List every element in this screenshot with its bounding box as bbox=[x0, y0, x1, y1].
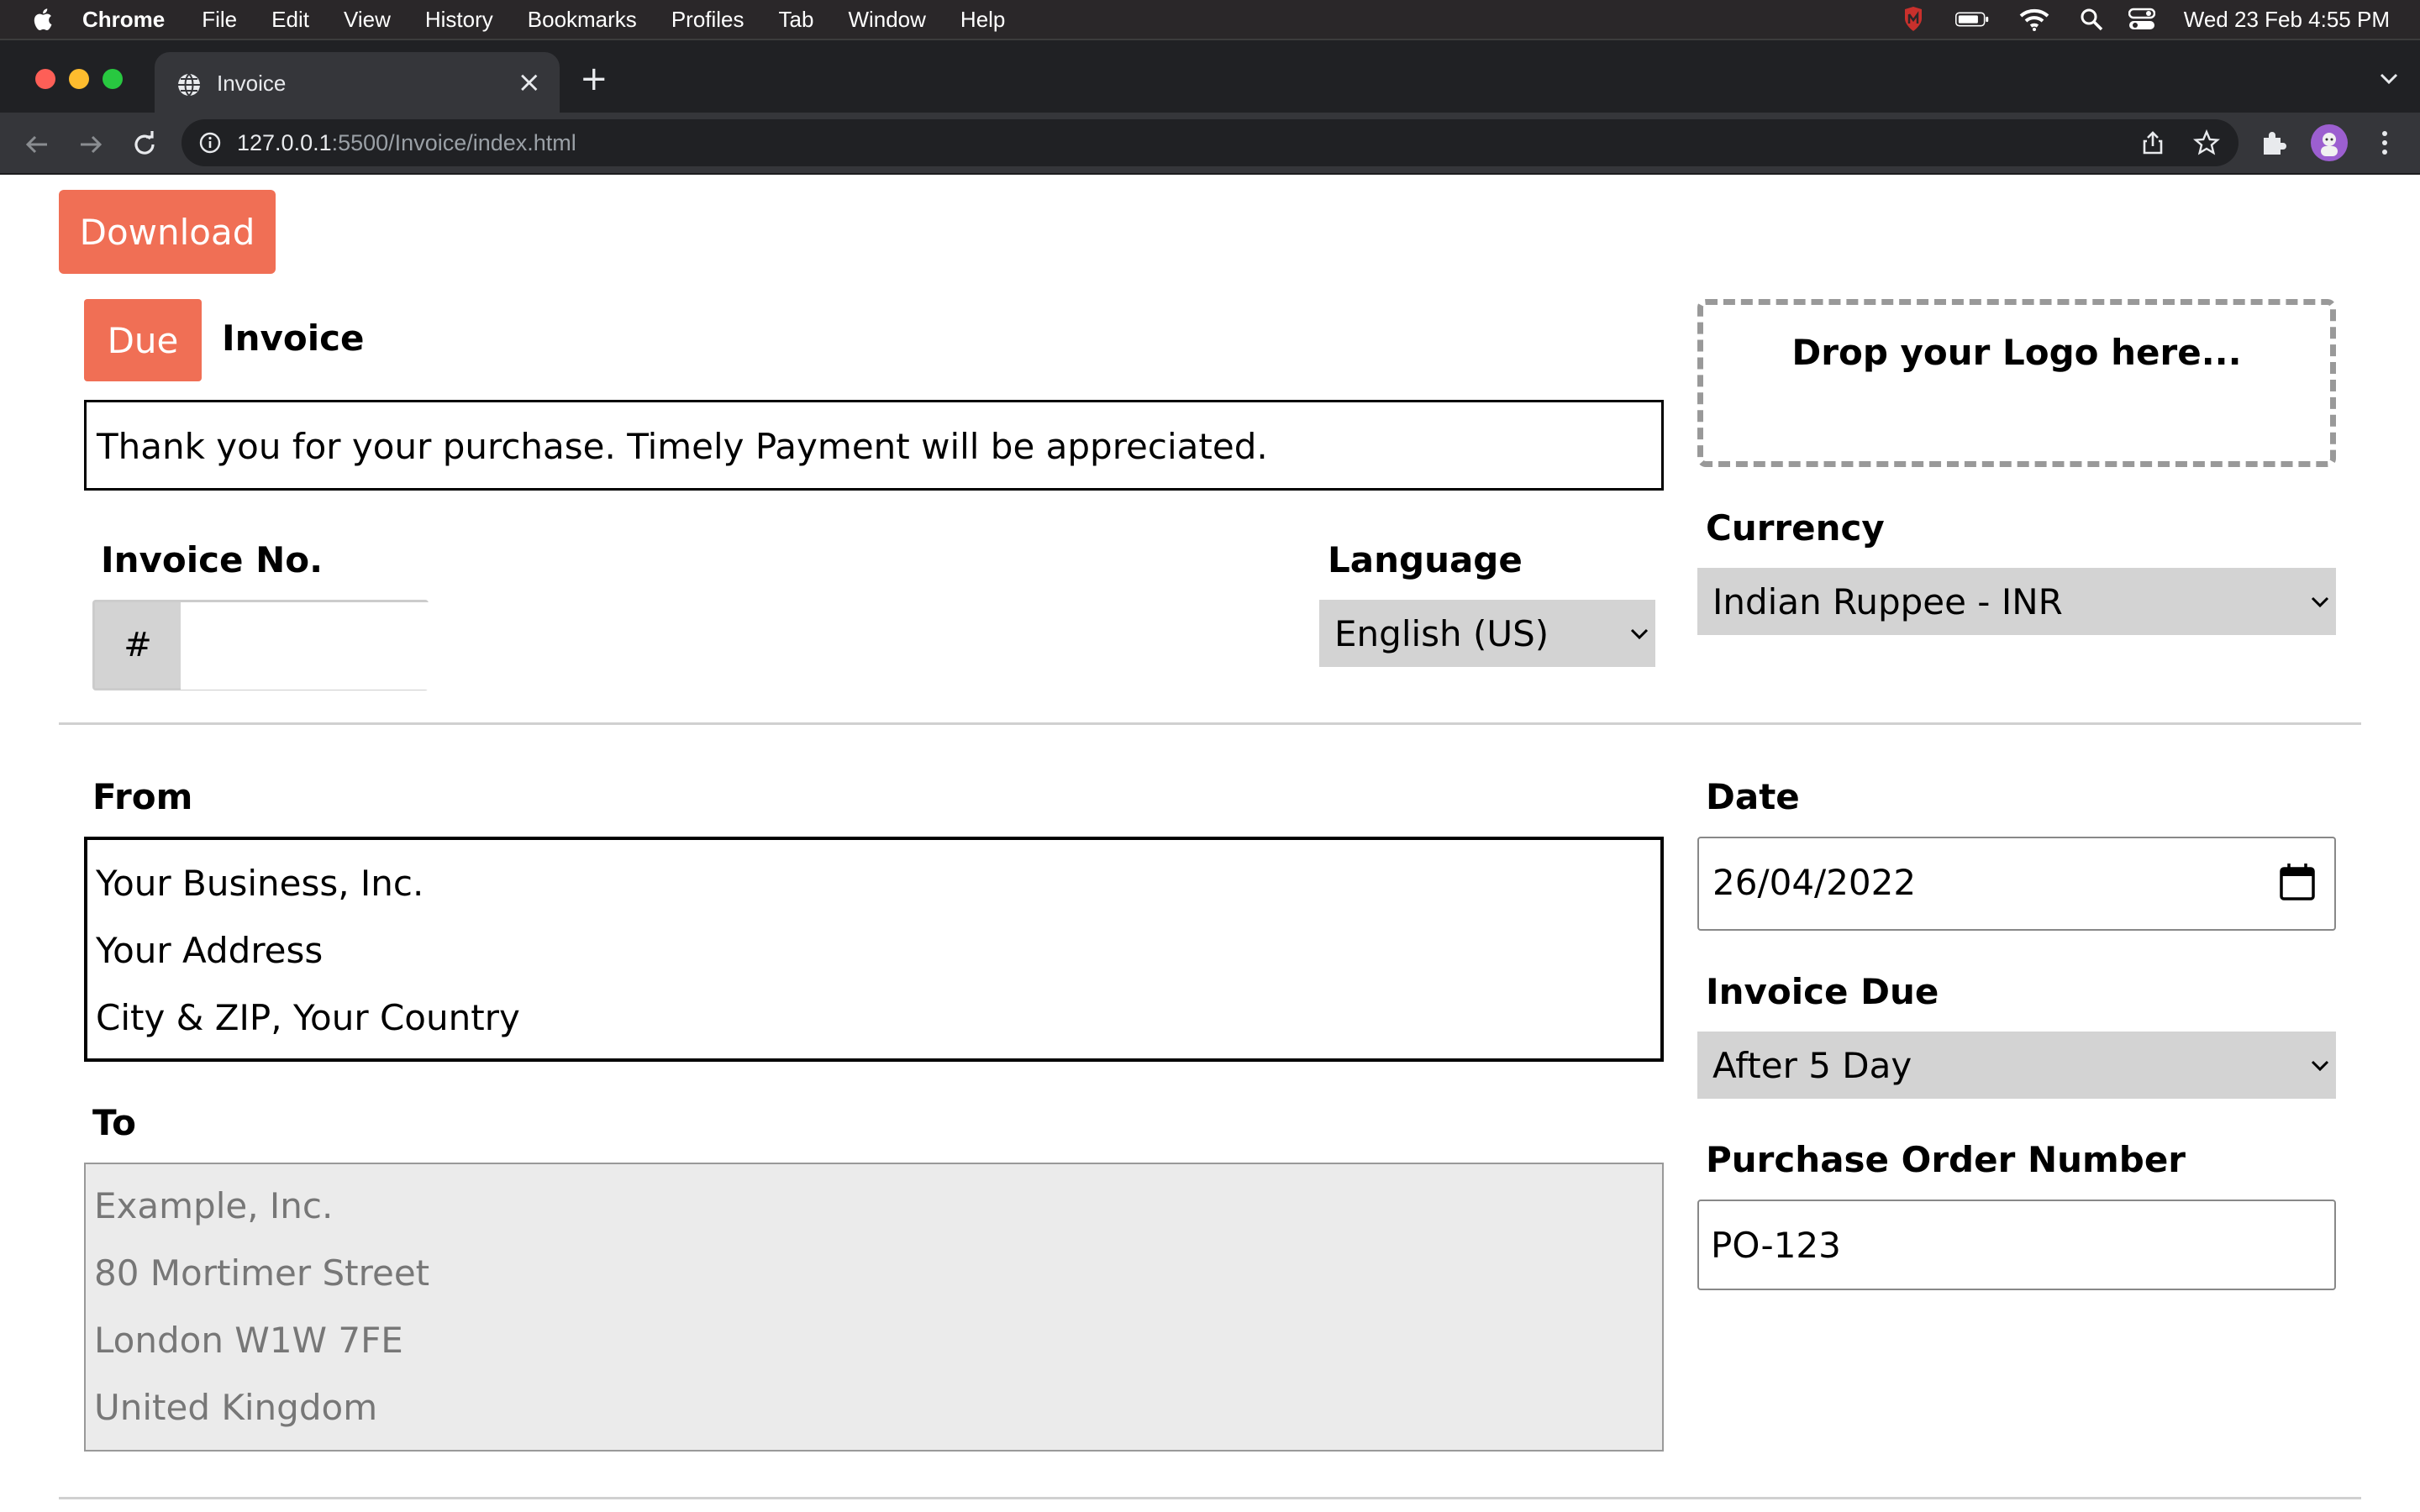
tab-title: Invoice bbox=[217, 71, 287, 96]
from-address-field[interactable]: Your Business, Inc. Your Address City & … bbox=[84, 837, 1664, 1062]
section-divider bbox=[59, 1497, 2361, 1499]
menu-edit[interactable]: Edit bbox=[271, 7, 309, 33]
tab-close-icon[interactable]: × bbox=[518, 67, 542, 97]
menu-history[interactable]: History bbox=[425, 7, 493, 33]
menu-profiles[interactable]: Profiles bbox=[671, 7, 744, 33]
new-tab-button[interactable]: + bbox=[580, 62, 608, 96]
tab-search-chevron-icon[interactable] bbox=[2376, 66, 2402, 91]
from-line: Your Business, Inc. bbox=[96, 863, 424, 904]
invoice-no-label: Invoice No. bbox=[101, 539, 324, 580]
currency-select[interactable]: Indian Ruppee - INR bbox=[1697, 568, 2336, 635]
po-label: Purchase Order Number bbox=[1706, 1139, 2186, 1180]
to-placeholder-line: 80 Mortimer Street bbox=[94, 1252, 430, 1294]
currency-label: Currency bbox=[1706, 507, 1885, 549]
reload-icon[interactable] bbox=[128, 128, 161, 161]
menu-tab[interactable]: Tab bbox=[779, 7, 814, 33]
logo-drop-zone[interactable]: Drop your Logo here... bbox=[1697, 299, 2336, 467]
wifi-icon[interactable] bbox=[2018, 0, 2051, 39]
battery-icon[interactable] bbox=[1954, 0, 1989, 39]
to-placeholder-line: London W1W 7FE bbox=[94, 1320, 403, 1361]
invoice-due-select[interactable]: After 5 Day bbox=[1697, 1032, 2336, 1099]
menu-file[interactable]: File bbox=[202, 7, 237, 33]
url-text[interactable]: 127.0.0.1:5500/Invoice/index.html bbox=[237, 130, 576, 156]
from-label: From bbox=[92, 776, 193, 817]
extensions-puzzle-icon[interactable] bbox=[2257, 126, 2291, 160]
window-zoom-button[interactable] bbox=[103, 69, 123, 89]
profile-avatar[interactable] bbox=[2311, 124, 2348, 161]
to-address-field[interactable]: Example, Inc. 80 Mortimer Street London … bbox=[84, 1163, 1664, 1452]
back-arrow-icon[interactable] bbox=[20, 128, 54, 161]
to-label: To bbox=[92, 1102, 136, 1143]
language-label: Language bbox=[1328, 539, 1523, 580]
forward-arrow-icon[interactable] bbox=[74, 128, 108, 161]
browser-tab-strip: Invoice × + bbox=[0, 39, 2420, 114]
invoice-no-group: # bbox=[92, 600, 429, 690]
language-select[interactable]: English (US) bbox=[1319, 600, 1655, 667]
window-minimize-button[interactable] bbox=[69, 69, 89, 89]
address-bar[interactable]: 127.0.0.1:5500/Invoice/index.html bbox=[182, 119, 2238, 166]
due-status-button[interactable]: Due bbox=[84, 299, 202, 381]
thanks-message-field[interactable]: Thank you for your purchase. Timely Paym… bbox=[84, 400, 1664, 491]
macos-menu-bar: Chrome File Edit View History Bookmarks … bbox=[0, 0, 2420, 39]
menu-window[interactable]: Window bbox=[848, 7, 925, 33]
date-value: 26/04/2022 bbox=[1712, 862, 1917, 903]
security-shield-icon[interactable] bbox=[1897, 0, 1930, 39]
site-info-icon[interactable] bbox=[198, 131, 222, 155]
calendar-icon[interactable] bbox=[2279, 862, 2316, 902]
window-close-button[interactable] bbox=[35, 69, 55, 89]
date-label: Date bbox=[1706, 776, 1800, 817]
browser-toolbar: 127.0.0.1:5500/Invoice/index.html bbox=[0, 113, 2420, 175]
section-divider bbox=[59, 722, 2361, 725]
spotlight-search-icon[interactable] bbox=[2075, 0, 2108, 39]
from-line: Your Address bbox=[96, 930, 324, 971]
from-line: City & ZIP, Your Country bbox=[96, 997, 520, 1038]
share-icon[interactable] bbox=[2139, 129, 2166, 156]
to-placeholder-line: United Kingdom bbox=[94, 1387, 378, 1428]
to-placeholder-line: Example, Inc. bbox=[94, 1185, 334, 1226]
menu-bar-clock[interactable]: Wed 23 Feb 4:55 PM bbox=[2184, 7, 2390, 33]
invoice-no-input[interactable] bbox=[181, 602, 429, 690]
menu-bookmarks[interactable]: Bookmarks bbox=[528, 7, 637, 33]
invoice-title: Invoice bbox=[222, 318, 365, 359]
invoice-due-label: Invoice Due bbox=[1706, 971, 1939, 1012]
invoice-no-prefix: # bbox=[95, 602, 181, 688]
bookmark-star-icon[interactable] bbox=[2193, 129, 2220, 156]
po-number-input[interactable]: PO-123 bbox=[1697, 1200, 2336, 1290]
menu-app-name[interactable]: Chrome bbox=[82, 7, 165, 33]
download-button[interactable]: Download bbox=[59, 190, 276, 274]
menu-help[interactable]: Help bbox=[960, 7, 1005, 33]
menu-view[interactable]: View bbox=[344, 7, 391, 33]
apple-icon[interactable] bbox=[30, 7, 54, 32]
browser-tab-invoice[interactable]: Invoice × bbox=[155, 52, 560, 114]
chrome-menu-icon[interactable] bbox=[2368, 126, 2402, 160]
control-center-icon[interactable] bbox=[2125, 0, 2159, 39]
globe-icon bbox=[178, 73, 200, 97]
date-input[interactable]: 26/04/2022 bbox=[1697, 837, 2336, 931]
